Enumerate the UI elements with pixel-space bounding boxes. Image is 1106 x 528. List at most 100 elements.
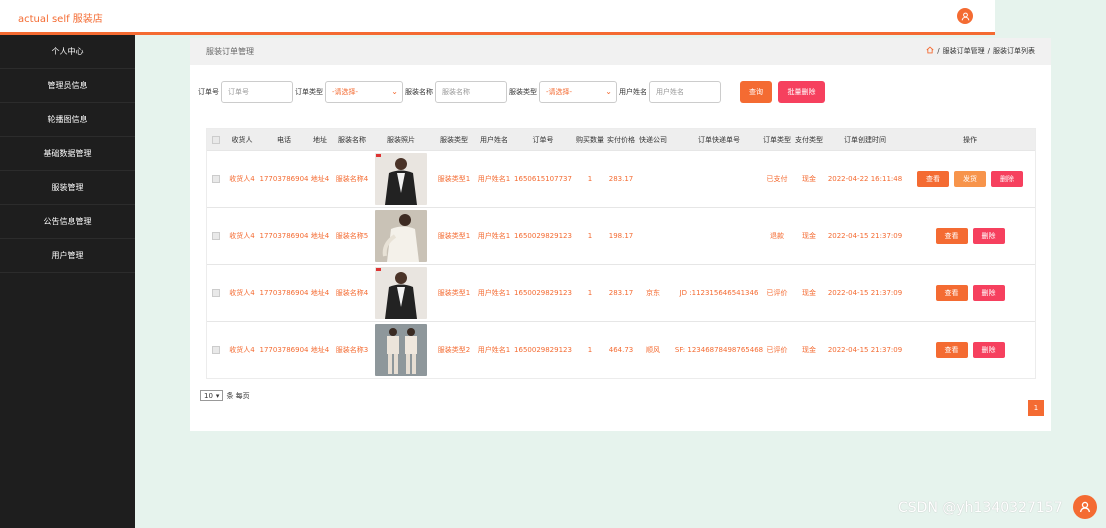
phone-cell: 17703786904 (259, 346, 309, 354)
receiver-cell: 收货人4 (229, 289, 255, 297)
sidebar: 个人中心 管理员信息 轮播图信息 基础数据管理 服装管理 公告信息管理 用户管理 (0, 35, 135, 528)
clothes-type-cell: 服装类型2 (437, 346, 471, 354)
order-status-cell: 退款 (770, 232, 784, 240)
sidebar-item-carousel-info[interactable]: 轮播图信息 (0, 103, 135, 137)
table-row: 收货人4 17703786904 地址4 服装名称4 服装类型1 用户姓名1 1… (207, 264, 1035, 321)
receiver-cell: 收货人4 (229, 175, 255, 183)
order-status-cell: 已评价 (766, 289, 788, 297)
order-type-select[interactable]: -请选择- ⌄ (325, 81, 403, 103)
chevron-down-icon: ▾ (215, 391, 220, 400)
price-cell: 283.17 (608, 175, 634, 183)
order-type-label: 订单类型 (295, 88, 323, 96)
column-header: 服装照片 (387, 135, 415, 144)
clothes-photo-light-cardigan[interactable] (375, 210, 427, 262)
column-header: 用户姓名 (480, 135, 508, 144)
table-row: 收货人4 17703786904 地址4 服装名称4 服装类型1 用户姓名1 1… (207, 150, 1035, 207)
clothes-photo-cell (373, 265, 429, 321)
sidebar-item-personal-center[interactable]: 个人中心 (0, 35, 135, 69)
query-button[interactable]: 查询 (740, 81, 772, 103)
delete-button[interactable]: 删除 (972, 228, 1005, 244)
breadcrumb-item: 服装订单列表 (993, 47, 1035, 55)
batch-delete-button[interactable]: 批量删除 (778, 81, 825, 103)
main-panel: 服装订单管理 / 服装订单管理 / 服装订单列表 订单号 订单号 订单类型 -请… (190, 38, 1051, 431)
column-header: 订单号 (532, 135, 554, 144)
sidebar-item-admin-info[interactable]: 管理员信息 (0, 69, 135, 103)
column-header: 收货人 (231, 135, 253, 144)
order-no-cell: 1650029829123 (514, 346, 572, 354)
user-name-cell: 用户姓名1 (477, 232, 511, 240)
row-checkbox[interactable] (209, 265, 223, 321)
sidebar-item-users[interactable]: 用户管理 (0, 239, 135, 273)
pay-type-cell: 现金 (802, 289, 816, 297)
address-cell: 地址4 (310, 289, 330, 297)
receiver-cell: 收货人4 (229, 346, 255, 354)
column-header: 操作 (963, 135, 977, 144)
ship-button[interactable]: 发货 (954, 171, 986, 187)
column-header: 地址 (313, 135, 327, 144)
row-checkbox[interactable] (209, 322, 223, 378)
view-button[interactable]: 查看 (917, 171, 949, 187)
sidebar-item-basic-data[interactable]: 基础数据管理 (0, 137, 135, 171)
view-button[interactable]: 查看 (935, 228, 968, 244)
select-all-checkbox[interactable] (209, 129, 223, 150)
column-header: 服装类型 (440, 135, 468, 144)
page-1-button[interactable]: 1 (1028, 400, 1044, 416)
view-button[interactable]: 查看 (935, 342, 968, 358)
clothes-photo-dark-jacket[interactable] (375, 153, 427, 205)
clothes-type-value: -请选择- (546, 88, 573, 96)
address-cell: 地址4 (310, 175, 330, 183)
courier-cell: 京东 (646, 289, 660, 297)
delete-button[interactable]: 删除 (991, 171, 1023, 187)
table-row: 收货人4 17703786904 地址4 服装名称3 服装类型2 用户姓名1 1… (207, 321, 1035, 378)
clothes-photo-two-piece-set[interactable] (375, 324, 427, 376)
actions-cell: 查看 删除 (907, 322, 1033, 378)
page-size-select[interactable]: 10 ▾ (200, 390, 224, 401)
delete-button[interactable]: 删除 (972, 342, 1005, 358)
breadcrumb: / 服装订单管理 / 服装订单列表 (926, 46, 1035, 56)
user-float-icon[interactable] (1073, 495, 1097, 519)
quantity-cell: 1 (587, 289, 593, 297)
clothes-photo-dark-jacket[interactable] (375, 267, 427, 319)
header-bar: 服装订单管理 / 服装订单管理 / 服装订单列表 (190, 38, 1051, 65)
sidebar-item-announcements[interactable]: 公告信息管理 (0, 205, 135, 239)
breadcrumb-item[interactable]: 服装订单管理 (943, 46, 985, 56)
created-time-cell: 2022-04-15 21:37:09 (827, 289, 903, 297)
sidebar-item-clothes[interactable]: 服装管理 (0, 171, 135, 205)
user-avatar-icon[interactable] (957, 8, 973, 24)
clothes-name-input[interactable]: 服装名称 (435, 81, 507, 103)
delete-button[interactable]: 删除 (972, 285, 1005, 301)
price-cell: 198.17 (608, 232, 634, 240)
phone-cell: 17703786904 (259, 232, 309, 240)
order-type-value: -请选择- (332, 88, 359, 96)
user-name-label: 用户姓名 (619, 88, 647, 96)
created-time-cell: 2022-04-22 16:11:48 (827, 175, 903, 183)
tracking-cell: SF: 12346878498765468 (674, 346, 764, 354)
actions-cell: 查看 删除 (907, 265, 1033, 321)
order-no-input[interactable]: 订单号 (221, 81, 293, 103)
clothes-name-cell: 服装名称3 (335, 346, 369, 354)
column-header: 服装名称 (338, 135, 366, 144)
row-checkbox[interactable] (209, 208, 223, 264)
tracking-cell (673, 208, 765, 264)
app-title: actual self 服装店 (18, 14, 103, 25)
column-header: 订单快递单号 (698, 135, 740, 144)
price-cell: 464.73 (608, 346, 634, 354)
clothes-type-select[interactable]: -请选择- ⌄ (539, 81, 617, 103)
row-checkbox[interactable] (209, 151, 223, 207)
clothes-type-cell: 服装类型1 (437, 232, 471, 240)
actions-cell: 查看 删除 (907, 208, 1033, 264)
clothes-name-label: 服装名称 (405, 88, 433, 96)
pay-type-cell: 现金 (802, 232, 816, 240)
pay-type-cell: 现金 (802, 346, 816, 354)
page-size-control: 10 ▾ 条 每页 (200, 390, 250, 401)
view-button[interactable]: 查看 (935, 285, 968, 301)
clothes-photo-cell (373, 208, 429, 264)
order-no-cell: 1650029829123 (514, 232, 572, 240)
courier-cell (636, 208, 670, 264)
user-name-cell: 用户姓名1 (477, 289, 511, 297)
order-no-label: 订单号 (198, 88, 219, 96)
created-time-cell: 2022-04-15 21:37:09 (827, 346, 903, 354)
clothes-type-cell: 服装类型1 (437, 175, 471, 183)
user-name-input[interactable]: 用户姓名 (649, 81, 721, 103)
home-icon[interactable] (926, 46, 934, 56)
